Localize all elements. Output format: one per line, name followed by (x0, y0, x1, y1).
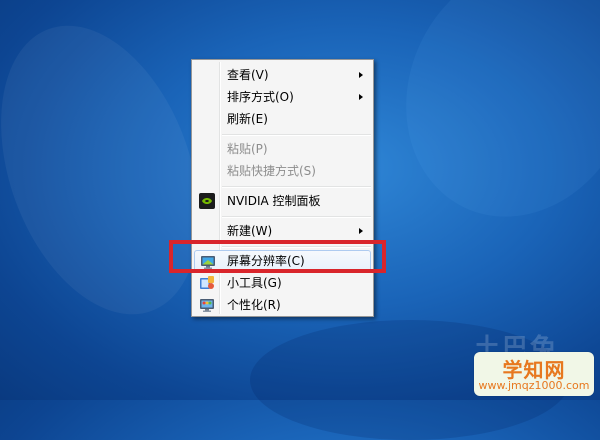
submenu-arrow-icon (359, 94, 363, 100)
watermark-site-url: www.jmqz1000.com (478, 379, 590, 392)
menu-item-label: 新建(W) (227, 224, 273, 238)
menu-item-label: 查看(V) (227, 68, 269, 82)
menu-item-new[interactable]: 新建(W) (194, 220, 371, 242)
submenu-arrow-icon (359, 228, 363, 234)
highlight-annotation-box (169, 240, 386, 273)
watermark-badge: 学知网 www.jmqz1000.com (474, 352, 594, 396)
desktop-context-menu: 查看(V) 排序方式(O) 刷新(E) 粘贴(P) 粘贴快捷方式(S) NVID… (191, 59, 374, 317)
menu-item-paste: 粘贴(P) (194, 138, 371, 160)
menu-item-label: 粘贴快捷方式(S) (227, 164, 316, 178)
gadgets-icon (200, 276, 214, 289)
menu-item-label: 小工具(G) (227, 276, 282, 290)
menu-item-refresh[interactable]: 刷新(E) (194, 108, 371, 130)
menu-item-personalize[interactable]: 个性化(R) (194, 294, 371, 316)
personalize-monitor-icon (200, 299, 214, 312)
menu-item-label: 个性化(R) (227, 298, 281, 312)
menu-item-label: 排序方式(O) (227, 90, 294, 104)
menu-item-view[interactable]: 查看(V) (194, 64, 371, 86)
submenu-arrow-icon (359, 72, 363, 78)
menu-separator (222, 186, 371, 188)
menu-item-label: 刷新(E) (227, 112, 268, 126)
menu-item-label: NVIDIA 控制面板 (227, 194, 321, 208)
menu-item-gadgets[interactable]: 小工具(G) (194, 272, 371, 294)
menu-item-nvidia-control-panel[interactable]: NVIDIA 控制面板 (194, 190, 371, 212)
menu-item-label: 粘贴(P) (227, 142, 268, 156)
menu-item-sort-by[interactable]: 排序方式(O) (194, 86, 371, 108)
menu-item-paste-shortcut: 粘贴快捷方式(S) (194, 160, 371, 182)
menu-separator (222, 216, 371, 218)
menu-separator (222, 134, 371, 136)
nvidia-logo-icon (199, 193, 215, 209)
wallpaper-streak (365, 0, 600, 255)
